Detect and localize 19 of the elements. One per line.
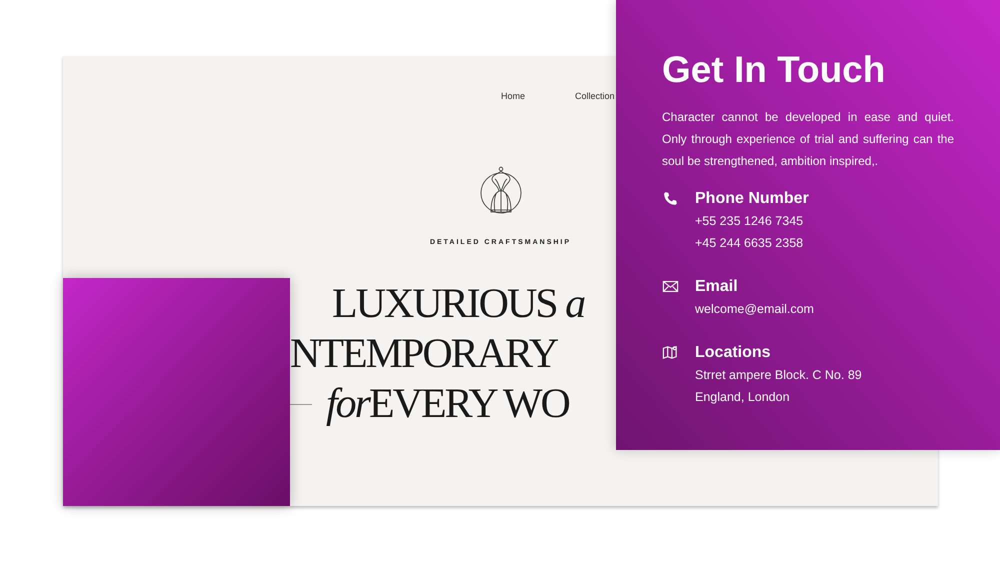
contact-detail: welcome@email.com xyxy=(695,301,814,318)
contact-detail: +45 244 6635 2358 xyxy=(695,235,804,252)
nav-link[interactable]: Home xyxy=(501,90,526,104)
contact-heading: Phone Number xyxy=(695,189,809,209)
contact-detail: England, London xyxy=(695,389,791,406)
contact-heading: Email xyxy=(695,277,739,297)
hero-heading-line: LUXURIOUS a xyxy=(332,280,584,329)
contact-description: Character cannot be developed in ease and quiet. Only through experience of trial and suffering can the soul be strengthened, ambition inspired,. xyxy=(662,109,954,170)
envelope-icon xyxy=(662,278,679,295)
contact-detail: Strret ampere Block. C No. 89 xyxy=(695,367,862,384)
contact-heading: Locations xyxy=(695,343,772,363)
map-icon xyxy=(662,344,679,361)
hero-heading-line: NTEMPORARY xyxy=(290,330,558,379)
phone-icon xyxy=(662,190,679,207)
contact-title: Get In Touch xyxy=(662,48,886,92)
contact-detail: +55 235 1246 7345 xyxy=(695,213,804,230)
nav-link[interactable]: Collection xyxy=(575,90,615,104)
hero-heading-line: forEVERY WO xyxy=(326,380,569,429)
dress-form-logo-icon xyxy=(478,166,524,216)
